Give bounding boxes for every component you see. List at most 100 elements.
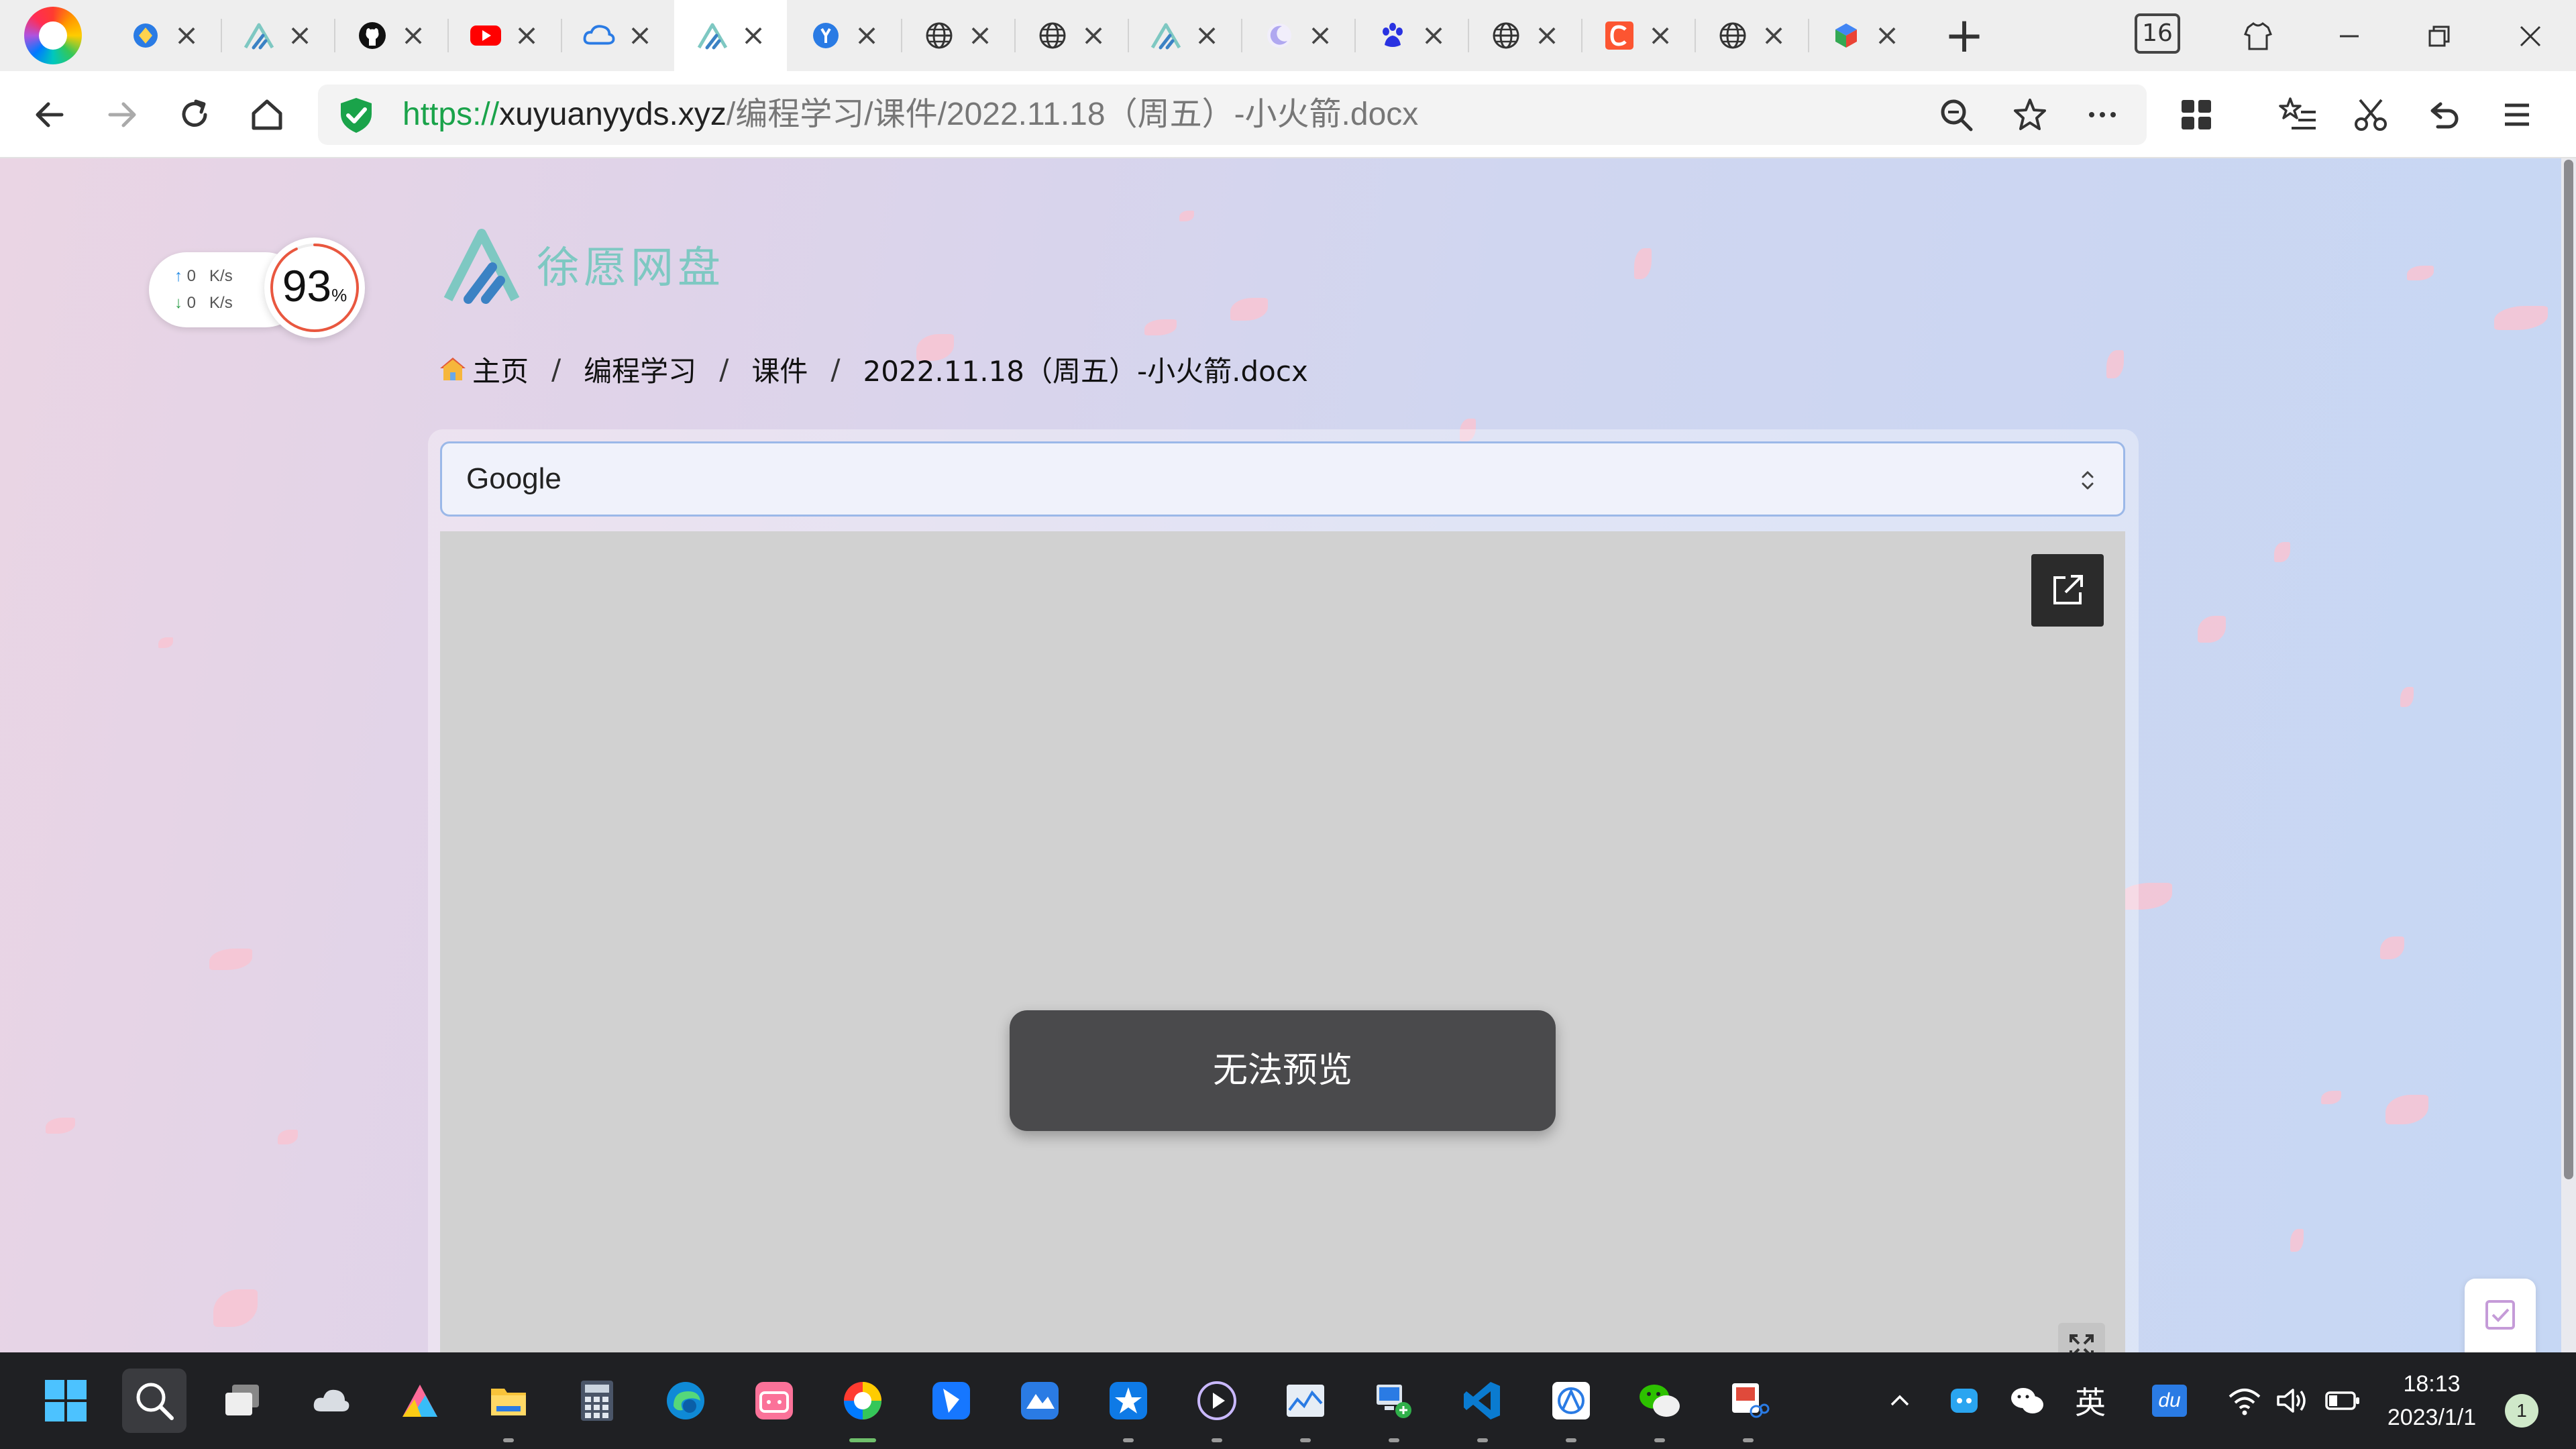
- undo-close-tab-icon[interactable]: [2416, 88, 2470, 142]
- tab-close-icon[interactable]: ×: [741, 21, 766, 50]
- forward-button[interactable]: [95, 88, 149, 142]
- browser-tab[interactable]: ×: [1468, 0, 1580, 71]
- star-app-icon[interactable]: [1096, 1368, 1161, 1442]
- browser-tab[interactable]: ×: [788, 0, 900, 71]
- network-app-icon[interactable]: [1362, 1368, 1426, 1442]
- secure-shield-icon[interactable]: [338, 97, 374, 137]
- bookmark-star-icon[interactable]: [2003, 88, 2057, 142]
- address-bar[interactable]: https://xuyuanyyds.xyz/编程学习/课件/2022.11.1…: [318, 85, 2147, 145]
- volume-icon[interactable]: [2269, 1377, 2317, 1425]
- browser-logo-icon[interactable]: [24, 7, 82, 64]
- reload-button[interactable]: [168, 88, 221, 142]
- tab-close-icon[interactable]: ×: [1875, 21, 1900, 50]
- tab-close-icon[interactable]: ×: [1648, 21, 1673, 50]
- browser-tab[interactable]: ×: [561, 0, 674, 71]
- browser-tab[interactable]: ×: [447, 0, 560, 71]
- menu-icon[interactable]: [2490, 88, 2544, 142]
- translate-app-icon[interactable]: [1539, 1368, 1603, 1442]
- task-manager-icon[interactable]: [1273, 1368, 1338, 1442]
- breadcrumb-home[interactable]: 主页: [472, 349, 529, 390]
- vscode-icon[interactable]: [1450, 1368, 1515, 1442]
- windows-start-icon[interactable]: [34, 1368, 98, 1433]
- network-speed-widget[interactable]: ↑ 0 K/s ↓ 0 K/s 93%: [149, 237, 365, 338]
- url-scheme: https://: [402, 97, 500, 132]
- bilibili-icon[interactable]: [742, 1368, 806, 1433]
- task-view-icon[interactable]: [211, 1368, 275, 1433]
- search-icon[interactable]: [122, 1368, 186, 1433]
- url-text[interactable]: https://xuyuanyyds.xyz/编程学习/课件/2022.11.1…: [402, 85, 1418, 145]
- wifi-icon[interactable]: [2220, 1377, 2269, 1425]
- close-window-button[interactable]: [2504, 9, 2557, 63]
- favorites-list-icon[interactable]: [2271, 88, 2325, 142]
- back-button[interactable]: [23, 88, 76, 142]
- fullscreen-button[interactable]: [2058, 1323, 2105, 1352]
- petal-decoration: [2380, 936, 2404, 959]
- calculator-icon[interactable]: [565, 1368, 629, 1433]
- tab-close-icon[interactable]: ×: [855, 21, 879, 50]
- system-clock[interactable]: 18:13 2023/1/1: [2375, 1367, 2489, 1434]
- feishu-icon[interactable]: [919, 1368, 983, 1433]
- browser-tab[interactable]: ×: [1128, 0, 1240, 71]
- tab-close-icon[interactable]: ×: [1421, 21, 1446, 50]
- restore-button[interactable]: [2412, 9, 2466, 63]
- checklist-icon[interactable]: [2480, 1295, 2520, 1335]
- notification-badge[interactable]: 1: [2505, 1394, 2538, 1428]
- tab-close-icon[interactable]: ×: [288, 21, 313, 50]
- input-language-indicator[interactable]: 英: [2066, 1377, 2114, 1425]
- tab-close-icon[interactable]: ×: [968, 21, 993, 50]
- weather-icon[interactable]: [299, 1368, 364, 1433]
- tab-close-icon[interactable]: ×: [401, 21, 426, 50]
- gauge-percent-value: 93: [282, 261, 332, 311]
- memory-gauge[interactable]: 93%: [264, 237, 365, 338]
- tab-count-badge[interactable]: 16: [2135, 13, 2180, 54]
- tab-close-icon[interactable]: ×: [1762, 21, 1786, 50]
- browser-tab[interactable]: ×: [674, 0, 787, 71]
- browser-tab[interactable]: ×: [1354, 0, 1467, 71]
- tab-close-icon[interactable]: ×: [174, 21, 199, 50]
- page-scrollbar[interactable]: [2561, 158, 2576, 1352]
- browser-tab[interactable]: ×: [334, 0, 447, 71]
- breadcrumb-item-file[interactable]: 2022.11.18（周五）-小火箭.docx: [863, 349, 1308, 390]
- edge-icon[interactable]: [653, 1368, 718, 1433]
- media-player-icon[interactable]: [1185, 1368, 1249, 1442]
- browser-tab[interactable]: ×: [221, 0, 333, 71]
- minimize-button[interactable]: [2322, 9, 2376, 63]
- breadcrumb-item-programming[interactable]: 编程学习: [584, 349, 696, 390]
- tab-close-icon[interactable]: ×: [628, 21, 653, 50]
- tab-close-icon[interactable]: ×: [1308, 21, 1333, 50]
- breadcrumb-item-courseware[interactable]: 课件: [751, 349, 808, 390]
- tab-close-icon[interactable]: ×: [1195, 21, 1220, 50]
- skin-icon[interactable]: [2231, 9, 2285, 63]
- more-icon[interactable]: [2076, 88, 2129, 142]
- browser-tab[interactable]: ×: [1014, 0, 1127, 71]
- file-explorer-icon[interactable]: [476, 1368, 541, 1442]
- snipping-icon[interactable]: [1716, 1368, 1780, 1442]
- new-tab-button[interactable]: +: [1937, 9, 1991, 63]
- browser-tab[interactable]: ×: [901, 0, 1014, 71]
- tray-app-icon[interactable]: [1940, 1377, 1988, 1425]
- tray-wechat-icon[interactable]: [2003, 1377, 2051, 1425]
- browser-tab[interactable]: ×: [107, 0, 220, 71]
- open-in-new-window-button[interactable]: [2031, 554, 2104, 627]
- battery-icon[interactable]: [2318, 1377, 2367, 1425]
- app-icon[interactable]: [1008, 1368, 1072, 1433]
- browser-tab[interactable]: ×: [1808, 0, 1921, 71]
- extensions-grid-icon[interactable]: [2169, 88, 2223, 142]
- home-button[interactable]: [240, 88, 294, 142]
- show-hidden-icons-chevron-icon[interactable]: [1876, 1377, 1924, 1425]
- site-logo[interactable]: 徐愿网盘: [439, 221, 720, 309]
- wechat-icon[interactable]: [1627, 1368, 1692, 1442]
- browser-tab[interactable]: ×: [1695, 0, 1807, 71]
- tab-close-icon[interactable]: ×: [1535, 21, 1560, 50]
- browser-tab[interactable]: ×: [1581, 0, 1694, 71]
- tab-close-icon[interactable]: ×: [1081, 21, 1106, 50]
- tab-close-icon[interactable]: ×: [515, 21, 539, 50]
- viewer-select[interactable]: Google: [440, 441, 2125, 517]
- browser-icon[interactable]: [830, 1368, 895, 1442]
- browser-tab[interactable]: ×: [1241, 0, 1354, 71]
- scrollbar-thumb[interactable]: [2564, 160, 2573, 1179]
- scissors-icon[interactable]: [2344, 88, 2398, 142]
- baidu-input-icon[interactable]: du: [2145, 1377, 2194, 1425]
- alist-icon[interactable]: [388, 1368, 452, 1433]
- zoom-icon[interactable]: [1929, 88, 1983, 142]
